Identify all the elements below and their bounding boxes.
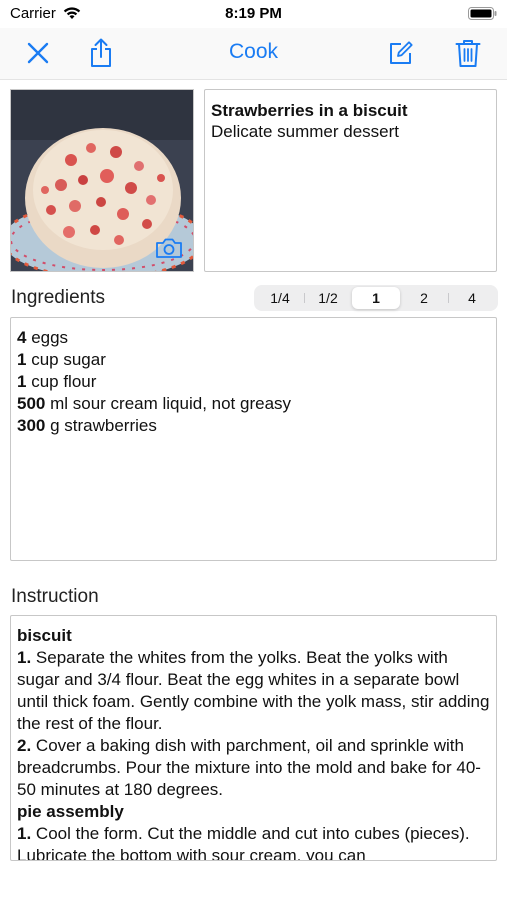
recipe-subtitle: Delicate summer dessert (211, 122, 400, 141)
trash-icon (455, 40, 481, 67)
ingredients-text-area[interactable]: 4 eggs 1 cup sugar 1 cup flour 500 ml so… (10, 317, 497, 561)
step-number: 1. (17, 824, 32, 843)
instruction-heading: pie assembly (17, 802, 124, 821)
ingredient-text: eggs (26, 328, 69, 347)
ingredient-line: 500 ml sour cream liquid, not greasy (17, 393, 490, 415)
portion-option[interactable]: 2 (400, 287, 448, 309)
portion-option[interactable]: 1/2 (304, 287, 352, 309)
nav-bar: Cook (0, 28, 507, 80)
ingredients-label: Ingredients (11, 287, 106, 308)
battery-icon (468, 7, 497, 20)
step-number: 2. (17, 736, 32, 755)
step-text: Cool the form. Cut the middle and cut in… (17, 824, 470, 861)
ingredient-line: 1 cup sugar (17, 349, 490, 371)
instruction-heading: biscuit (17, 626, 72, 645)
ingredient-text: cup flour (26, 372, 97, 391)
instruction-step: 2. Cover a baking dish with parchment, o… (17, 735, 490, 801)
portion-selector[interactable]: 1/4 1/2 1 2 4 (254, 285, 498, 311)
recipe-title-box[interactable]: Strawberries in a biscuit Delicate summe… (204, 89, 497, 272)
ingredient-text: ml sour cream liquid, not greasy (45, 394, 292, 413)
portion-option[interactable]: 4 (448, 287, 496, 309)
edit-button[interactable] (384, 36, 418, 70)
portion-option-selected[interactable]: 1 (352, 287, 400, 309)
page-title: Cook (228, 40, 279, 63)
instruction-step: 1. Separate the whites from the yolks. B… (17, 647, 490, 735)
step-text: Cover a baking dish with parchment, oil … (17, 736, 481, 799)
ingredient-text: g strawberries (45, 416, 157, 435)
instruction-label: Instruction (11, 586, 99, 607)
instruction-text-area[interactable]: biscuit 1. Separate the whites from the … (10, 615, 497, 861)
ingredient-qty: 300 (17, 416, 46, 435)
edit-icon (390, 41, 413, 64)
camera-icon[interactable] (155, 237, 183, 259)
step-text: Separate the whites from the yolks. Beat… (17, 648, 490, 733)
ingredient-line: 300 g strawberries (17, 415, 490, 437)
ingredient-line: 1 cup flour (17, 371, 490, 393)
status-bar: Carrier 8:19 PM (0, 0, 507, 28)
instruction-step: 1. Cool the form. Cut the middle and cut… (17, 823, 490, 861)
step-number: 1. (17, 648, 32, 667)
delete-button[interactable] (451, 36, 485, 70)
ingredient-qty: 500 (17, 394, 46, 413)
ingredient-line: 4 eggs (17, 327, 490, 349)
clock: 8:19 PM (225, 5, 282, 22)
recipe-photo[interactable] (10, 89, 194, 272)
portion-option[interactable]: 1/4 (256, 287, 304, 309)
recipe-title: Strawberries in a biscuit (211, 101, 408, 120)
ingredient-text: cup sugar (26, 350, 106, 369)
